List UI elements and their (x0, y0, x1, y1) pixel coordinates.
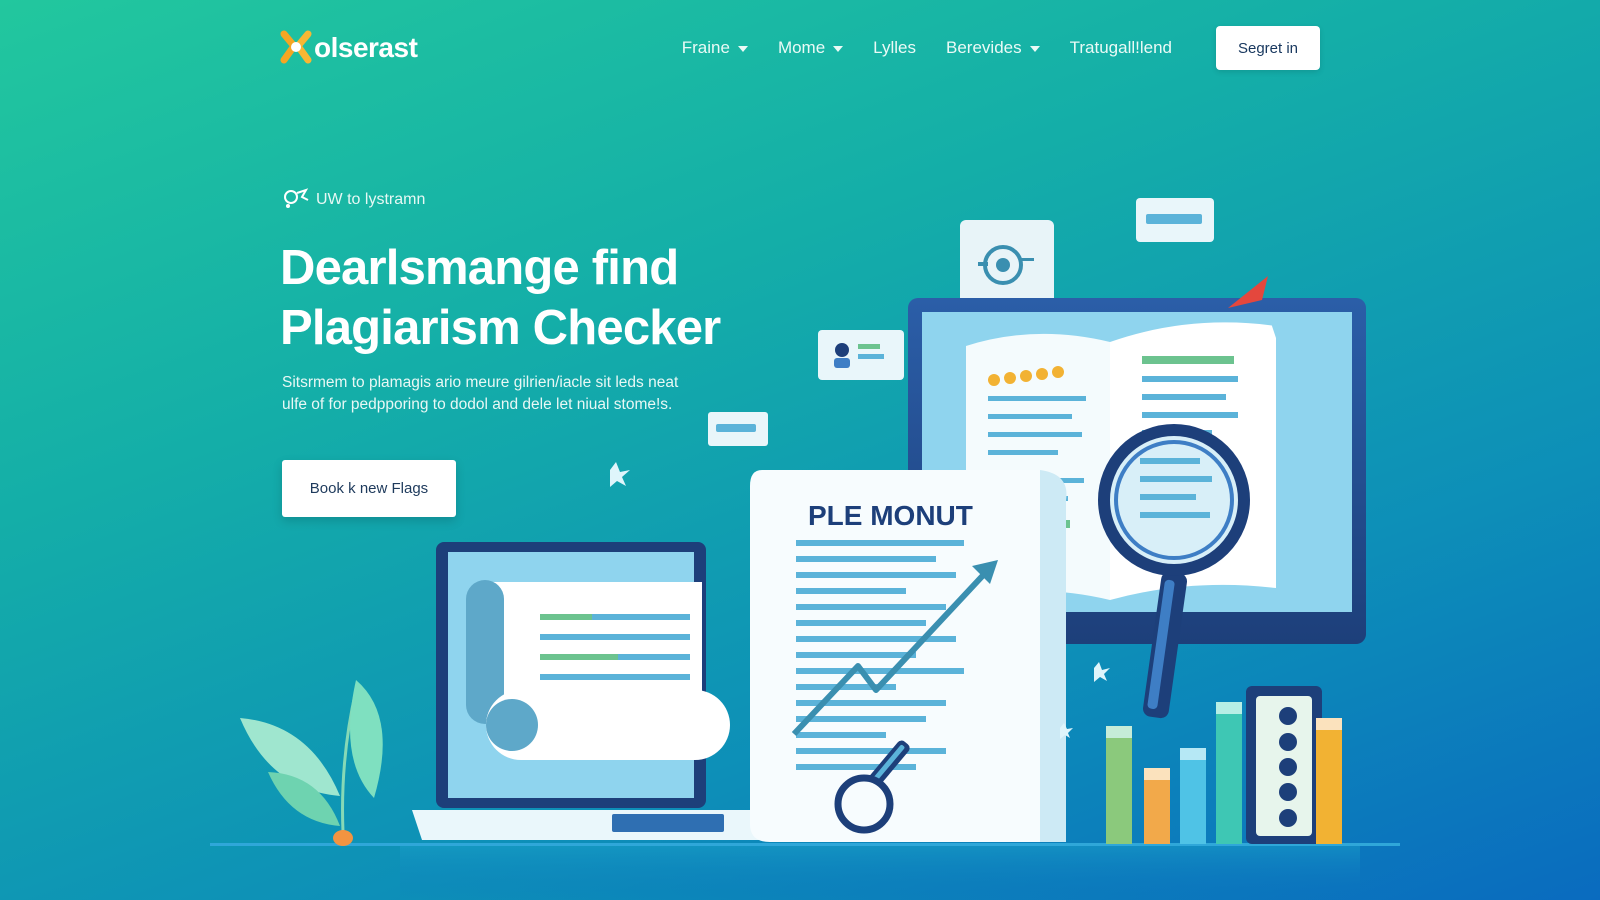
top-navigation: olserast Fraine Mome Lylles Berevides Tr… (280, 26, 1320, 70)
nav-item-label: Mome (777, 38, 826, 57)
laptop-scroll (412, 542, 770, 840)
logo-x-icon (280, 30, 312, 66)
hero-title-line-2: Plagiarism Checker (280, 301, 721, 355)
magnifier-small-icon (834, 740, 910, 834)
floor-line (210, 843, 1400, 846)
magnifier-large-icon (1098, 424, 1250, 719)
hero-description: Sitsrmem to plamagis ario meure gilrien/… (282, 374, 679, 413)
bar-chart-decoration (1106, 686, 1342, 844)
brand-name: olserast (314, 32, 418, 63)
plant-decoration (240, 680, 383, 846)
nav-item-label: Berevides (946, 38, 1022, 57)
report-document: PLE MONUT (750, 470, 1067, 842)
floating-small-card (708, 412, 768, 446)
nav-item-berevides[interactable]: Berevides (946, 38, 1040, 58)
monitor-book (908, 276, 1366, 644)
sparkle-icon (282, 184, 310, 215)
nav-item-lylles[interactable]: Lylles (873, 38, 916, 58)
nav-item-fraine[interactable]: Fraine (682, 38, 748, 58)
nav-item-tratugallend[interactable]: Tratugall!lend (1070, 38, 1172, 58)
brand-logo[interactable]: olserast (280, 30, 418, 66)
nav-item-label: Lylles (873, 38, 917, 57)
nav-menu: Fraine Mome Lylles Berevides Tratugall!l… (682, 26, 1320, 70)
chevron-down-icon (737, 46, 748, 52)
document-heading: PLE MONUT (808, 500, 973, 531)
floor-reflection (400, 846, 1360, 900)
red-flag-icon (1228, 276, 1268, 308)
hero-title-line-1: Dearlsmange find (280, 241, 679, 295)
chevron-down-icon (1029, 46, 1040, 52)
hero-title: Dearlsmange find Plagiarism Checker (280, 238, 800, 358)
floating-target-card (960, 220, 1054, 308)
eyebrow-text: UW to lystramn (316, 190, 426, 208)
nav-item-mome[interactable]: Mome (777, 38, 844, 58)
book-left-page (988, 366, 1086, 528)
signin-button[interactable]: Segret in (1216, 26, 1320, 70)
trend-arrow-icon (791, 567, 991, 737)
nav-item-label: Tratugall!lend (1069, 38, 1172, 57)
floating-profile-card (818, 330, 904, 380)
hero-cta-button[interactable]: Book k new Flags (282, 460, 456, 517)
hero-eyebrow: UW to lystramn (282, 184, 425, 215)
sparkle-decorations (610, 462, 1110, 739)
nav-item-label: Fraine (681, 38, 730, 57)
book-right-page (1142, 356, 1238, 436)
chevron-down-icon (833, 46, 844, 52)
hero-illustration: PLE MONUT (210, 198, 1400, 900)
floating-label-card (1136, 198, 1214, 242)
